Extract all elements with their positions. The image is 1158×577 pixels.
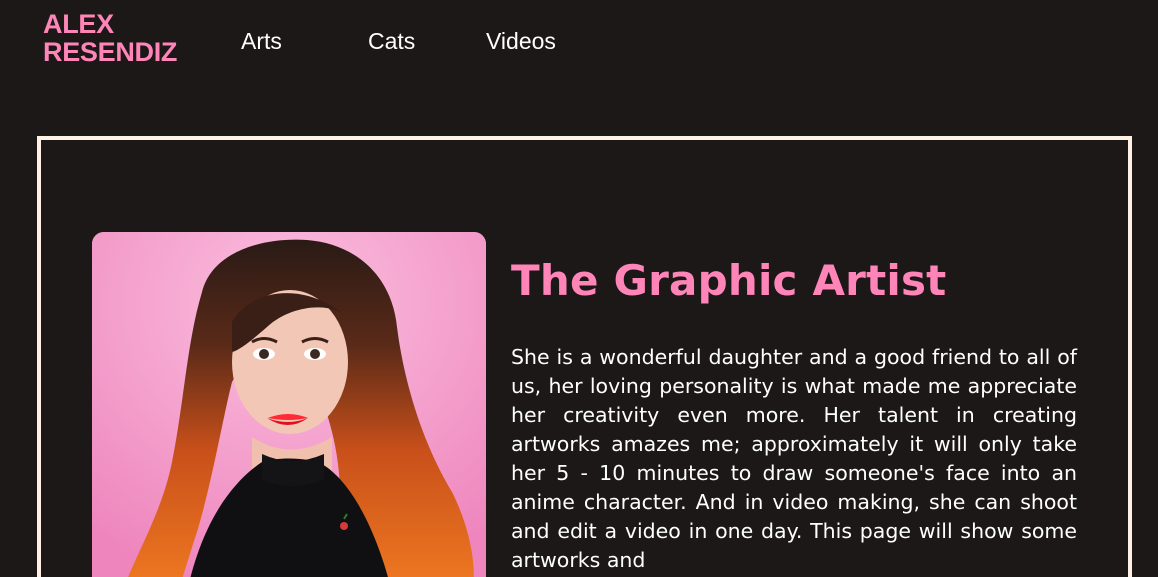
artist-bio-paragraph: She is a wonderful daughter and a good f… bbox=[511, 345, 1077, 572]
logo-line-2: RESENDIZ bbox=[43, 37, 178, 67]
site-logo[interactable]: ALEX RESENDIZ bbox=[43, 10, 177, 66]
artist-portrait-photo bbox=[92, 232, 486, 577]
nav-link-videos[interactable]: Videos bbox=[486, 28, 556, 54]
nav-link-arts[interactable]: Arts bbox=[241, 28, 282, 54]
page-title: The Graphic Artist bbox=[511, 256, 947, 305]
nav-link-cats[interactable]: Cats bbox=[368, 28, 415, 54]
portrait-illustration bbox=[92, 232, 486, 577]
logo-line-1: ALEX bbox=[43, 9, 114, 39]
